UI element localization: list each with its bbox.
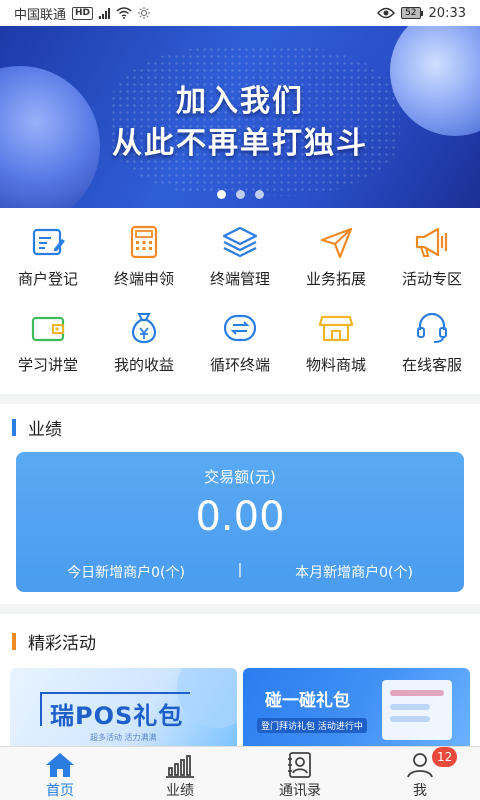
menu-label: 我的收益: [113, 356, 174, 374]
menu-item-terminal-apply[interactable]: 终端申领: [96, 222, 192, 308]
carousel-dot-3[interactable]: [254, 190, 264, 199]
bottom-nav: 首页 业绩 通讯录 我 12: [0, 746, 480, 800]
menu-item-learning[interactable]: 学习讲堂: [0, 308, 96, 394]
shop-icon: [318, 315, 354, 342]
menu-label: 业务拓展: [305, 270, 366, 288]
section-marker: [12, 632, 16, 650]
nav-home[interactable]: 首页: [0, 747, 120, 800]
nav-label: 我: [413, 783, 427, 799]
menu-label: 学习讲堂: [17, 356, 78, 374]
carousel-dot-2[interactable]: [235, 190, 245, 199]
contacts-icon: [288, 752, 311, 778]
wallet-icon: [31, 316, 65, 342]
carousel-indicator: [0, 190, 480, 199]
wifi-icon: [116, 7, 132, 19]
banner-subheadline: 从此不再单打独斗: [112, 126, 368, 161]
promo-card-tap-package[interactable]: 碰一碰礼包 登门拜访礼包 活动进行中: [243, 668, 470, 746]
promo-title: 瑞POS礼包: [50, 702, 184, 730]
battery-level: 52: [401, 7, 421, 19]
amount-value: 0.00: [195, 494, 285, 540]
promo-card-pos-package[interactable]: 瑞POS礼包 超多活动 活力满满: [10, 668, 237, 746]
eye-icon: [377, 7, 396, 19]
menu-label: 循环终端: [209, 356, 270, 374]
month-new-merchants: 本月新增商户0(个): [295, 565, 413, 581]
promo-subtitle: 超多活动 活力满满: [90, 733, 157, 742]
nav-label: 首页: [46, 783, 74, 799]
divider: |: [237, 562, 243, 578]
nav-label: 通讯录: [279, 783, 321, 799]
menu-item-business-expand[interactable]: 业务拓展: [288, 222, 384, 308]
bar-chart-icon: [166, 755, 194, 778]
hd-icon: HD: [72, 6, 94, 20]
menu-item-merchant-register[interactable]: 商户登记: [0, 222, 96, 308]
menu-label: 在线客服: [401, 356, 462, 374]
carrier-label: 中国联通: [14, 7, 67, 23]
nav-performance[interactable]: 业绩: [120, 747, 240, 800]
calculator-icon: [130, 225, 158, 259]
menu-item-cycle-terminal[interactable]: 循环终端: [192, 308, 288, 394]
banner-carousel[interactable]: 加入我们 从此不再单打独斗: [0, 26, 480, 208]
notification-badge: 12: [432, 747, 458, 767]
nav-me[interactable]: 我 12: [360, 747, 480, 800]
section-title: 精彩活动: [28, 633, 96, 654]
clock: 20:33: [428, 5, 466, 21]
menu-label: 终端管理: [209, 270, 270, 288]
nav-label: 业绩: [166, 783, 194, 799]
menu-label: 活动专区: [401, 270, 462, 288]
amount-label: 交易额(元): [204, 468, 276, 486]
promo-subtitle: 登门拜访礼包 活动进行中: [257, 718, 367, 733]
section-title: 业绩: [28, 419, 62, 440]
menu-label: 终端申领: [113, 270, 174, 288]
section-marker: [12, 418, 16, 436]
megaphone-icon: [415, 227, 448, 257]
send-icon: [320, 227, 353, 259]
carousel-dot-1[interactable]: [216, 190, 226, 199]
register-icon: [32, 228, 65, 256]
layers-icon: [222, 226, 258, 258]
menu-label: 物料商城: [305, 356, 366, 374]
menu-item-material-shop[interactable]: 物料商城: [288, 308, 384, 394]
performance-section: 业绩 交易额(元) 0.00 今日新增商户0(个) | 本月新增商户0(个): [0, 404, 480, 604]
phone-illustration: [382, 680, 452, 740]
promo-title: 碰一碰礼包: [265, 691, 350, 711]
performance-card[interactable]: 交易额(元) 0.00 今日新增商户0(个) | 本月新增商户0(个): [16, 452, 464, 592]
signal-icon: [99, 7, 111, 19]
cycle-icon: [223, 314, 257, 342]
brightness-icon: [138, 7, 151, 19]
activities-section: 精彩活动 瑞POS礼包 超多活动 活力满满 碰一碰礼包 登门拜访礼包 活动进行中: [0, 614, 480, 746]
headset-icon: [417, 312, 447, 343]
banner-headline: 加入我们: [176, 84, 304, 119]
menu-item-online-service[interactable]: 在线客服: [384, 308, 480, 394]
menu-item-activity-zone[interactable]: 活动专区: [384, 222, 480, 308]
money-bag-icon: [132, 313, 156, 344]
battery-icon: 52: [401, 7, 423, 19]
today-new-merchants: 今日新增商户0(个): [67, 565, 185, 581]
nav-contacts[interactable]: 通讯录: [240, 747, 360, 800]
function-grid: 商户登记 终端申领 终端管理 业务拓展 活动专区 学习讲堂 我的收益 循环终端 …: [0, 208, 480, 394]
menu-item-my-earnings[interactable]: 我的收益: [96, 308, 192, 394]
menu-label: 商户登记: [17, 270, 78, 288]
status-bar: 中国联通 HD 52 20:33: [0, 0, 480, 26]
user-icon: [407, 753, 433, 778]
home-icon: [46, 753, 74, 777]
menu-item-terminal-manage[interactable]: 终端管理: [192, 222, 288, 308]
